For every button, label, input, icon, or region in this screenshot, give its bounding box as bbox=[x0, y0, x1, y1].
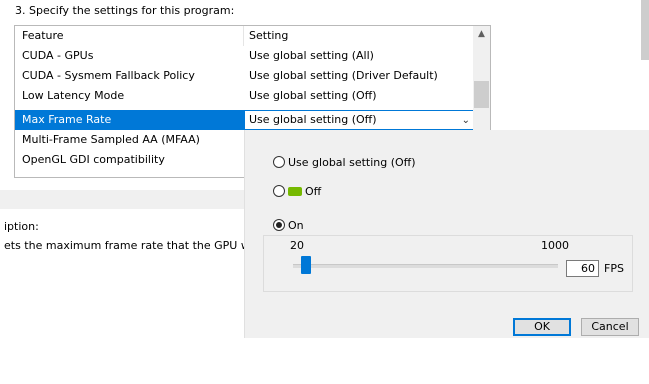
chevron-up-icon[interactable]: ▲ bbox=[473, 26, 490, 43]
radio-button[interactable] bbox=[273, 156, 285, 168]
table-row[interactable]: CUDA - Sysmem Fallback Policy Use global… bbox=[15, 66, 472, 86]
feature-name: Low Latency Mode bbox=[22, 89, 125, 102]
table-row[interactable]: CUDA - GPUs Use global setting (All) bbox=[15, 46, 472, 66]
chevron-down-icon[interactable]: ⌄ bbox=[462, 112, 470, 130]
ok-button[interactable]: OK bbox=[513, 318, 571, 336]
cancel-button[interactable]: Cancel bbox=[581, 318, 639, 336]
feature-name: Max Frame Rate bbox=[22, 113, 112, 126]
feature-name: Multi-Frame Sampled AA (MFAA) bbox=[22, 133, 200, 146]
window-scrollbar[interactable] bbox=[641, 0, 649, 60]
scrollbar-thumb[interactable] bbox=[474, 81, 489, 108]
option-label: Use global setting (Off) bbox=[288, 156, 416, 169]
fps-input[interactable]: 60 bbox=[566, 260, 599, 277]
feature-name: OpenGL GDI compatibility bbox=[22, 153, 165, 166]
column-header-feature[interactable]: Feature bbox=[22, 26, 64, 46]
fps-unit-label: FPS bbox=[604, 262, 624, 275]
slider-thumb[interactable] bbox=[301, 256, 311, 274]
table-row-selected[interactable]: Max Frame Rate Use global setting (Off) … bbox=[15, 110, 477, 130]
description-text: ets the maximum frame rate that the GPU … bbox=[4, 239, 244, 252]
description-label: iption: bbox=[4, 220, 39, 233]
setting-dropdown-panel: Use global setting (Off) Off On 20 1000 … bbox=[244, 130, 649, 338]
column-header-setting[interactable]: Setting bbox=[249, 26, 288, 46]
feature-name: CUDA - Sysmem Fallback Policy bbox=[22, 69, 195, 82]
dropdown-value: Use global setting (Off) bbox=[249, 113, 377, 126]
slider-max-label: 1000 bbox=[541, 239, 569, 252]
column-divider bbox=[243, 26, 244, 46]
nvidia-icon bbox=[288, 187, 302, 196]
radio-button-selected[interactable] bbox=[273, 219, 285, 231]
feature-setting: Use global setting (Off) bbox=[249, 89, 377, 102]
feature-setting: Use global setting (All) bbox=[249, 49, 374, 62]
slider-track[interactable] bbox=[293, 264, 558, 268]
feature-name: CUDA - GPUs bbox=[22, 49, 94, 62]
setting-dropdown[interactable]: Use global setting (Off) ⌄ bbox=[244, 110, 477, 130]
step-heading: 3. Specify the settings for this program… bbox=[15, 4, 235, 17]
table-row[interactable]: Low Latency Mode Use global setting (Off… bbox=[15, 86, 472, 106]
horizontal-scrollbar[interactable] bbox=[0, 190, 244, 209]
slider-min-label: 20 bbox=[290, 239, 304, 252]
option-label: On bbox=[288, 219, 304, 232]
option-label: Off bbox=[305, 185, 322, 198]
radio-button[interactable] bbox=[273, 185, 285, 197]
feature-setting: Use global setting (Driver Default) bbox=[249, 69, 438, 82]
